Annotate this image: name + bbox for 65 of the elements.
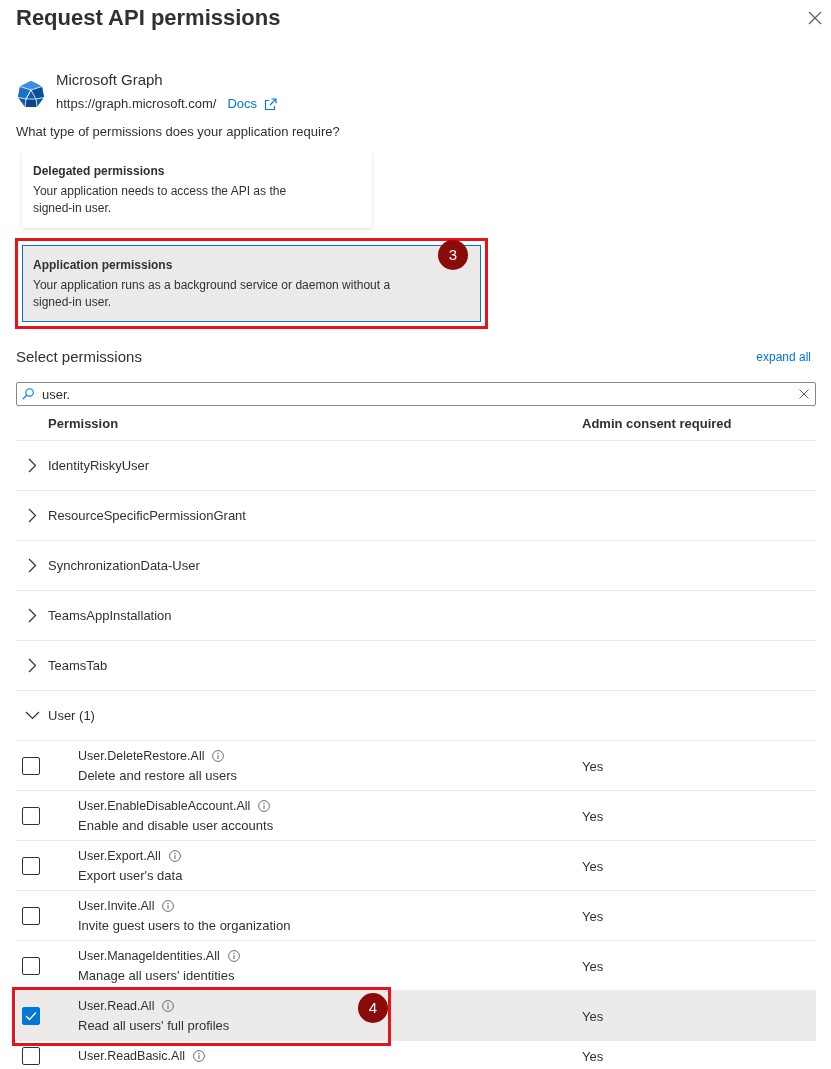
chevron-right-icon[interactable] — [27, 458, 37, 473]
table-cell: Yes — [582, 808, 604, 824]
info-icon[interactable] — [162, 1000, 175, 1012]
permission-description: Enable and disable user accounts — [78, 817, 274, 835]
table-cell: Yes — [582, 908, 604, 924]
permission-description: Manage all users' identities — [78, 967, 236, 985]
info-icon[interactable] — [168, 850, 181, 862]
permission-group[interactable]: SynchronizationData-User — [48, 558, 200, 573]
table-cell: Yes — [582, 1048, 604, 1064]
permission-name: User.Export.All — [78, 848, 161, 865]
checkbox[interactable] — [22, 907, 40, 925]
table-cell: Yes — [582, 858, 604, 874]
chevron-right-icon[interactable] — [27, 608, 37, 623]
permission-group[interactable]: TeamsTab — [48, 658, 108, 673]
info-icon[interactable] — [212, 750, 225, 762]
chevron-right-icon[interactable] — [27, 508, 37, 523]
permission-description: Delete and restore all users — [78, 767, 237, 785]
close-icon[interactable] — [808, 11, 822, 25]
checkbox[interactable] — [22, 807, 40, 825]
info-icon[interactable] — [162, 900, 175, 912]
permission-name: User.DeleteRestore.All — [78, 748, 205, 765]
question-text: What type of permissions does your application require? — [16, 123, 341, 141]
permission-name: User.ReadBasic.All — [78, 1048, 185, 1065]
info-icon[interactable] — [227, 950, 240, 962]
permission-name: User.Invite.All — [78, 898, 155, 915]
api-url: https://graph.microsoft.com/ — [56, 95, 217, 113]
permission-description: Export user's data — [78, 867, 183, 885]
chevron-right-icon[interactable] — [27, 558, 37, 573]
permission-description: Invite guest users to the organization — [78, 917, 291, 935]
info-icon[interactable] — [258, 800, 271, 812]
permission-description: Read all users' full profiles — [78, 1017, 230, 1035]
checkbox[interactable] — [22, 857, 40, 875]
permission-name: User.ManageIdentities.All — [78, 948, 220, 965]
section-heading: Select permissions — [16, 347, 142, 367]
search-icon — [22, 388, 34, 400]
table-cell: Yes — [582, 1008, 604, 1024]
info-icon[interactable] — [193, 1050, 205, 1062]
permission-group[interactable]: TeamsAppInstallation — [48, 608, 172, 623]
column-header: Permission — [47, 415, 120, 431]
permission-group[interactable]: IdentityRiskyUser — [48, 458, 150, 473]
permission-type-option[interactable]: Delegated permissions Your application needs to access the API as the signed-in user. — [22, 151, 372, 228]
polyhedron-logo-icon — [17, 80, 45, 108]
permission-group[interactable]: User (1) — [48, 708, 95, 723]
expand-all-link[interactable]: expand all — [756, 347, 811, 367]
api-name: Microsoft Graph — [56, 70, 164, 90]
external-link-icon — [264, 97, 278, 111]
checkbox[interactable] — [22, 957, 40, 975]
clear-icon[interactable] — [799, 389, 809, 399]
chevron-right-icon[interactable] — [27, 658, 37, 673]
checkbox[interactable] — [22, 1047, 40, 1065]
column-header: Admin consent required — [582, 415, 732, 431]
permission-name: User.Read.All — [78, 998, 155, 1015]
table-cell: Yes — [582, 958, 604, 974]
docs-link[interactable]: Docs — [227, 94, 278, 114]
checkbox[interactable] — [22, 1007, 40, 1025]
chevron-down-icon[interactable] — [24, 711, 40, 720]
checkmark-icon — [25, 1011, 37, 1021]
permission-group[interactable]: ResourceSpecificPermissionGrant — [48, 508, 246, 523]
callout-badge: 3 — [438, 240, 468, 270]
dialog-title: Request API permissions — [16, 4, 281, 32]
table-cell: Yes — [582, 758, 604, 774]
permission-name: User.EnableDisableAccount.All — [78, 798, 251, 815]
search-field[interactable]: user. — [16, 382, 816, 406]
checkbox[interactable] — [22, 757, 40, 775]
callout-badge: 4 — [358, 993, 388, 1023]
